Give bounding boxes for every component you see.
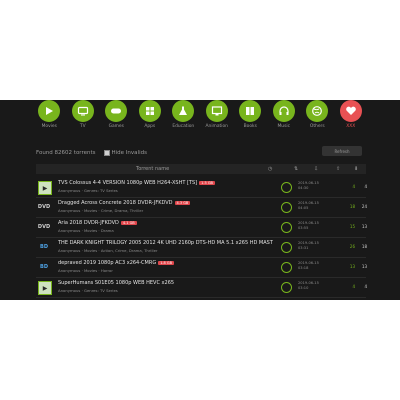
seeders-count: 15 [349, 224, 355, 229]
category-movies[interactable]: Movies [35, 100, 63, 129]
tv-file-icon: ▶ [38, 281, 52, 295]
leechers-count: 4 [364, 284, 367, 289]
torrent-title[interactable]: Dragged Across Concrete 2018 DVDR-JFKDVD… [58, 200, 273, 206]
seeders-count: 18 [349, 204, 355, 209]
book-icon [239, 100, 262, 122]
upload-date: 2019-06-15 03:31 [298, 241, 319, 250]
globe-icon [306, 100, 329, 122]
magnet-icon[interactable] [281, 202, 292, 213]
upload-date: 2019-06-15 03:55 [298, 221, 319, 230]
monitor-icon [205, 100, 228, 122]
seeders-count: 4 [352, 184, 355, 189]
app-frame: Movies TV Games Apps Education Animation Books… [0, 100, 400, 300]
magnet-icon[interactable] [281, 262, 292, 273]
leechers-count: 24 [361, 204, 367, 209]
leechers-count: 4 [364, 184, 367, 189]
heart-icon [339, 100, 362, 122]
tv-file-icon: ▶ [38, 181, 52, 195]
size-icon: ⇧ [336, 166, 341, 172]
category-label: TV [79, 124, 86, 129]
torrent-meta: Anonymous · Genres: TV Series [58, 188, 118, 193]
magnet-icon[interactable] [281, 282, 292, 293]
category-label: XXX [346, 124, 356, 129]
size-badge: 1.8 GB [158, 260, 174, 265]
leechers-count: 13 [361, 224, 367, 229]
upload-date: 2019-06-15 03:10 [298, 281, 319, 290]
results-info: Found 82602 torrents Hide Invalids [36, 150, 147, 156]
torrent-meta: Anonymous · Movies · Crime, Drama, Thril… [58, 208, 144, 213]
torrent-meta: Anonymous · Genres: TV Series [58, 288, 118, 293]
results-count: Found 82602 torrents [36, 150, 96, 156]
bluray-icon: BD [40, 244, 48, 250]
size-badge: 1.5 GB [199, 180, 215, 185]
magnet-icon[interactable] [281, 222, 292, 233]
torrent-title[interactable]: SuperHumans S01E05 1080p WEB HEVC x265 [58, 280, 273, 286]
torrent-title[interactable]: depraved 2019 1080p AC3 x264-CMRG 1.8 GB [58, 260, 273, 266]
torrent-meta: Anonymous · Movies · Horror [58, 268, 113, 273]
category-xxx[interactable]: XXX [337, 100, 365, 129]
gamepad-icon [105, 100, 128, 122]
seeders-count: 26 [349, 244, 355, 249]
category-animation[interactable]: Animation [203, 100, 231, 129]
dvd-icon: DVD [37, 224, 51, 230]
category-label: Others [309, 124, 325, 129]
category-label: Education [172, 124, 195, 129]
magnet-icon[interactable] [281, 242, 292, 253]
size-badge: 4.1 GB [120, 220, 137, 225]
table-row[interactable]: DVD Dragged Across Concrete 2018 DVDR-JFK… [36, 198, 367, 218]
category-label: Games [108, 124, 124, 129]
size-badge: 4.3 GB [174, 200, 191, 205]
tv-icon [71, 100, 94, 122]
category-label: Books [243, 124, 257, 129]
category-tv[interactable]: TV [69, 100, 97, 129]
upload-date: 2019-06-15 04:05 [298, 201, 319, 210]
category-books[interactable]: Books [236, 100, 264, 129]
table-row[interactable]: BD THE DARK KNIGHT TRILOGY 2005 2012 4K U… [36, 238, 367, 258]
category-education[interactable]: Education [169, 100, 197, 129]
table-header: Torrent name ◷ ⇅ ⇩ ⇧ ⬇ [36, 164, 366, 174]
flask-icon [172, 100, 195, 122]
leechers-count: 13 [361, 264, 367, 269]
upload-date: 2019-06-15 03:18 [298, 261, 319, 270]
refresh-button[interactable]: Refresh [322, 146, 362, 156]
torrent-title[interactable]: Aria 2018 DVDR-JFKDVD 4.1 GB [58, 220, 273, 226]
checkbox-icon[interactable] [103, 150, 110, 156]
category-others[interactable]: Others [303, 100, 331, 129]
torrent-meta: Anonymous · Movies · Action, Crime, Dram… [58, 248, 158, 253]
category-label: Music [277, 124, 291, 129]
bluray-icon: BD [40, 264, 48, 270]
category-bar: Movies TV Games Apps Education Animation Books… [0, 100, 400, 129]
col-name-header[interactable]: Torrent name [136, 166, 169, 172]
category-apps[interactable]: Apps [136, 100, 164, 129]
hide-invalids-toggle[interactable]: Hide Invalids [103, 150, 147, 156]
table-row[interactable]: ▶ SuperHumans S01E05 1080p WEB HEVC x265 A… [36, 278, 367, 298]
clock-icon: ◷ [268, 166, 273, 172]
category-label: Animation [205, 124, 228, 129]
windows-icon [138, 100, 161, 122]
category-music[interactable]: Music [270, 100, 298, 129]
torrent-title[interactable]: THE DARK KNIGHT TRILOGY 2005 2012 4K UHD… [58, 240, 273, 246]
seeders-count: 4 [352, 284, 355, 289]
torrent-meta: Anonymous · Movies · Drama [58, 228, 114, 233]
play-icon [38, 100, 61, 122]
category-games[interactable]: Games [102, 100, 130, 129]
seeders-count: 13 [349, 264, 355, 269]
magnet-icon[interactable] [281, 182, 292, 193]
headphones-icon [272, 100, 295, 122]
download-icon: ⬇ [354, 166, 359, 172]
table-row[interactable]: ▶ TVS Colossus 4-4 VERSION 1080p WEB H264… [36, 178, 367, 198]
table-row[interactable]: BD depraved 2019 1080p AC3 x264-CMRG 1.8 G… [36, 258, 367, 278]
torrent-title[interactable]: TVS Colossus 4-4 VERSION 1080p WEB H264-… [58, 180, 273, 186]
dvd-icon: DVD [37, 204, 51, 210]
category-label: Apps [144, 124, 156, 129]
leechers-count: 18 [361, 244, 367, 249]
upload-date: 2019-06-15 04:30 [298, 181, 319, 190]
table-row[interactable]: DVD Aria 2018 DVDR-JFKDVD 4.1 GB Anonymous … [36, 218, 367, 238]
category-label: Movies [41, 124, 57, 129]
leech-icon: ⇩ [314, 166, 319, 172]
seed-icon: ⇅ [294, 166, 299, 172]
